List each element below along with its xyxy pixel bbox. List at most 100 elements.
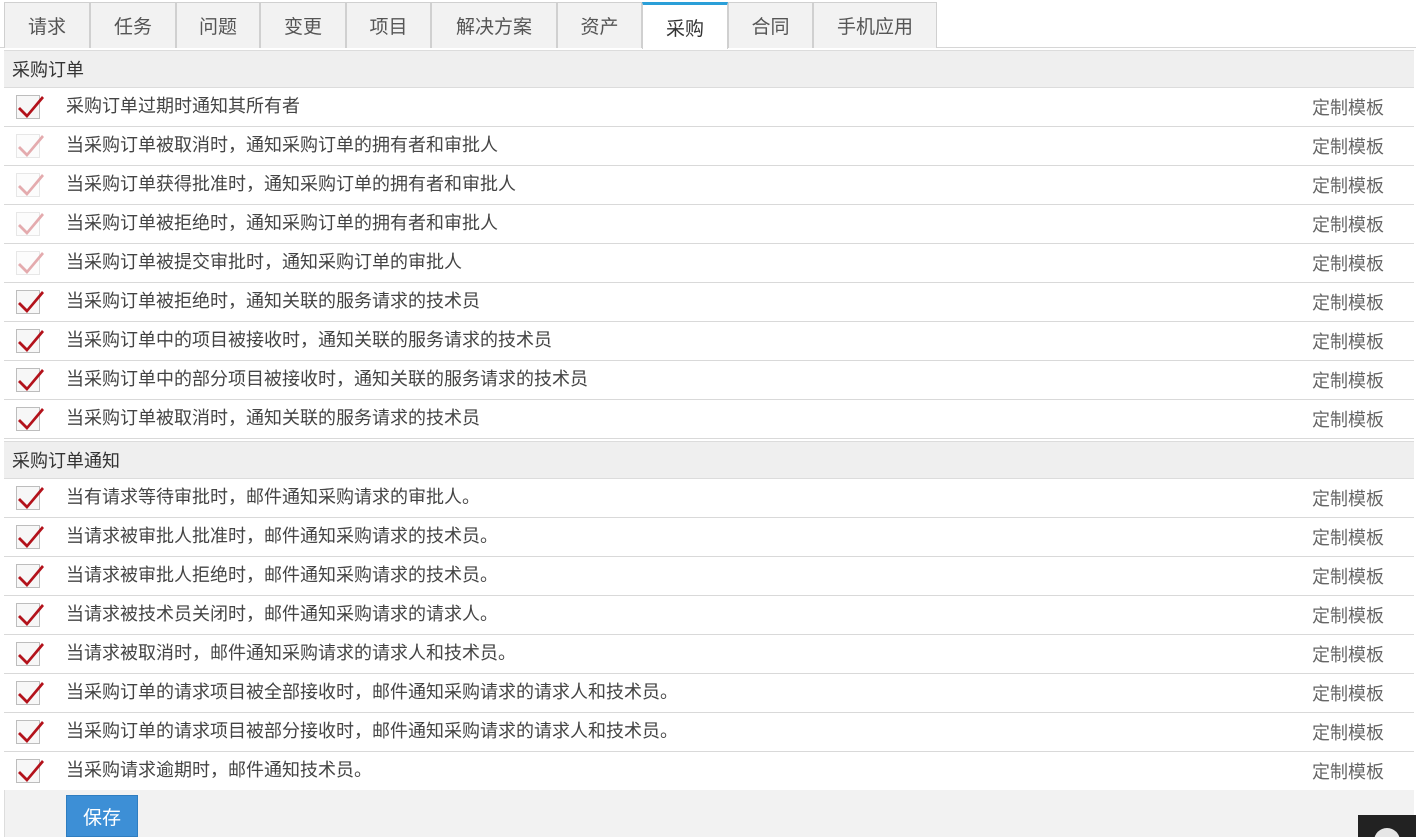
- notification-row: 当采购订单的请求项目被全部接收时，邮件通知采购请求的请求人和技术员。 定制模板: [4, 674, 1414, 713]
- checkmark-icon: [18, 526, 44, 548]
- notification-row: 当请求被审批人批准时，邮件通知采购请求的技术员。 定制模板: [4, 518, 1414, 557]
- notification-row: 当请求被取消时，邮件通知采购请求的请求人和技术员。 定制模板: [4, 635, 1414, 674]
- chat-widget-corner[interactable]: [1358, 815, 1416, 837]
- notification-checkbox[interactable]: [16, 407, 44, 431]
- notification-checkbox[interactable]: [16, 290, 44, 314]
- notification-label: 当采购订单被取消时，通知采购订单的拥有者和审批人: [66, 135, 498, 156]
- notification-checkbox[interactable]: [16, 720, 44, 744]
- notification-label: 当采购请求逾期时，邮件通知技术员。: [66, 760, 372, 781]
- notification-label: 当请求被技术员关闭时，邮件通知采购请求的请求人。: [66, 604, 498, 625]
- customize-template-link[interactable]: 定制模板: [1312, 481, 1384, 519]
- tab-label: 项目: [369, 16, 408, 38]
- checkmark-icon: [18, 565, 44, 587]
- customize-template-link[interactable]: 定制模板: [1312, 715, 1384, 753]
- tab-label: 请求: [27, 16, 66, 38]
- tab-label: 任务: [113, 16, 152, 38]
- customize-template-link[interactable]: 定制模板: [1312, 637, 1384, 675]
- notification-label: 当采购订单的请求项目被全部接收时，邮件通知采购请求的请求人和技术员。: [66, 682, 678, 703]
- customize-template-link[interactable]: 定制模板: [1312, 598, 1384, 636]
- tab-changes[interactable]: 变更: [260, 2, 346, 48]
- notification-row: 当采购订单被取消时，通知关联的服务请求的技术员 定制模板: [4, 400, 1414, 439]
- notification-row: 当有请求等待审批时，邮件通知采购请求的审批人。 定制模板: [4, 479, 1414, 518]
- checkmark-icon: [18, 330, 44, 352]
- tab-label: 合同: [751, 16, 790, 38]
- customize-template-link[interactable]: 定制模板: [1312, 207, 1384, 245]
- notification-row: 当采购订单中的部分项目被接收时，通知关联的服务请求的技术员 定制模板: [4, 361, 1414, 400]
- checkmark-icon: [18, 252, 44, 274]
- customize-template-link[interactable]: 定制模板: [1312, 402, 1384, 440]
- tab-projects[interactable]: 项目: [346, 2, 431, 48]
- notification-checkbox[interactable]: [16, 525, 44, 549]
- checkmark-icon: [18, 96, 44, 118]
- notification-checkbox[interactable]: [16, 564, 44, 588]
- notification-label: 采购订单过期时通知其所有者: [66, 96, 300, 117]
- module-tab-bar: 请求 任务 问题 变更 项目 解决方案 资产 采购 合同 手机应用: [0, 0, 1416, 49]
- notification-checkbox[interactable]: [16, 642, 44, 666]
- notification-label: 当采购订单被提交审批时，通知采购订单的审批人: [66, 252, 462, 273]
- notification-label: 当请求被审批人批准时，邮件通知采购请求的技术员。: [66, 526, 498, 547]
- notification-label: 当采购订单的请求项目被部分接收时，邮件通知采购请求的请求人和技术员。: [66, 721, 678, 742]
- tab-tasks[interactable]: 任务: [90, 2, 176, 48]
- notification-checkbox[interactable]: [16, 368, 44, 392]
- customize-template-link[interactable]: 定制模板: [1312, 129, 1384, 167]
- tab-requests[interactable]: 请求: [4, 2, 90, 48]
- notification-label: 当采购订单被拒绝时，通知采购订单的拥有者和审批人: [66, 213, 498, 234]
- notification-checkbox[interactable]: [16, 681, 44, 705]
- checkmark-icon: [18, 604, 44, 626]
- customize-template-link[interactable]: 定制模板: [1312, 246, 1384, 284]
- checkmark-icon: [18, 721, 44, 743]
- notification-row: 当采购订单被取消时，通知采购订单的拥有者和审批人 定制模板: [4, 127, 1414, 166]
- customize-template-link[interactable]: 定制模板: [1312, 520, 1384, 558]
- tab-assets[interactable]: 资产: [557, 2, 642, 48]
- customize-template-link[interactable]: 定制模板: [1312, 324, 1384, 362]
- notification-row: 当采购订单被提交审批时，通知采购订单的审批人 定制模板: [4, 244, 1414, 283]
- tab-label: 采购: [665, 17, 704, 40]
- customize-template-link[interactable]: 定制模板: [1312, 363, 1384, 401]
- checkmark-icon: [18, 682, 44, 704]
- checkmark-icon: [18, 174, 44, 196]
- tab-solutions[interactable]: 解决方案: [431, 2, 557, 48]
- tab-label: 手机应用: [836, 16, 913, 38]
- tab-label: 资产: [580, 16, 619, 38]
- checkmark-icon: [18, 408, 44, 430]
- customize-template-link[interactable]: 定制模板: [1312, 285, 1384, 323]
- save-button[interactable]: 保存: [66, 795, 138, 837]
- tab-label: 解决方案: [455, 16, 532, 38]
- customize-template-link[interactable]: 定制模板: [1312, 676, 1384, 714]
- checkmark-icon: [18, 369, 44, 391]
- notification-checkbox[interactable]: [16, 329, 44, 353]
- section-header: 采购订单: [4, 50, 1414, 88]
- notification-row: 当采购订单被拒绝时，通知采购订单的拥有者和审批人 定制模板: [4, 205, 1414, 244]
- form-footer: 保存: [4, 790, 1414, 837]
- notification-row: 当请求被技术员关闭时，邮件通知采购请求的请求人。 定制模板: [4, 596, 1414, 635]
- tab-purchase[interactable]: 采购: [642, 2, 728, 49]
- tab-contracts[interactable]: 合同: [728, 2, 813, 48]
- notification-row: 当采购请求逾期时，邮件通知技术员。 定制模板: [4, 752, 1414, 791]
- checkmark-icon: [18, 760, 44, 782]
- notification-checkbox[interactable]: [16, 759, 44, 783]
- checkmark-icon: [18, 135, 44, 157]
- notification-checkbox[interactable]: [16, 95, 44, 119]
- notification-row: 当采购订单获得批准时，通知采购订单的拥有者和审批人 定制模板: [4, 166, 1414, 205]
- notification-row: 采购订单过期时通知其所有者 定制模板: [4, 88, 1414, 127]
- customize-template-link[interactable]: 定制模板: [1312, 90, 1384, 128]
- notification-row: 当采购订单中的项目被接收时，通知关联的服务请求的技术员 定制模板: [4, 322, 1414, 361]
- customize-template-link[interactable]: 定制模板: [1312, 559, 1384, 597]
- checkmark-icon: [18, 643, 44, 665]
- notification-label: 当请求被取消时，邮件通知采购请求的请求人和技术员。: [66, 643, 516, 664]
- customize-template-link[interactable]: 定制模板: [1312, 754, 1384, 792]
- section-header: 采购订单通知: [4, 441, 1414, 479]
- notification-label: 当请求被审批人拒绝时，邮件通知采购请求的技术员。: [66, 565, 498, 586]
- notification-checkbox[interactable]: [16, 603, 44, 627]
- checkmark-icon: [18, 291, 44, 313]
- tab-mobile-app[interactable]: 手机应用: [813, 2, 937, 48]
- customize-template-link[interactable]: 定制模板: [1312, 168, 1384, 206]
- checkmark-icon: [18, 487, 44, 509]
- notification-label: 当采购订单获得批准时，通知采购订单的拥有者和审批人: [66, 174, 516, 195]
- notification-row: 当请求被审批人拒绝时，邮件通知采购请求的技术员。 定制模板: [4, 557, 1414, 596]
- notification-checkbox[interactable]: [16, 486, 44, 510]
- notification-label: 当采购订单中的项目被接收时，通知关联的服务请求的技术员: [66, 330, 552, 351]
- tab-problems[interactable]: 问题: [176, 2, 260, 48]
- tab-label: 变更: [283, 16, 322, 38]
- notification-label: 当采购订单中的部分项目被接收时，通知关联的服务请求的技术员: [66, 369, 588, 390]
